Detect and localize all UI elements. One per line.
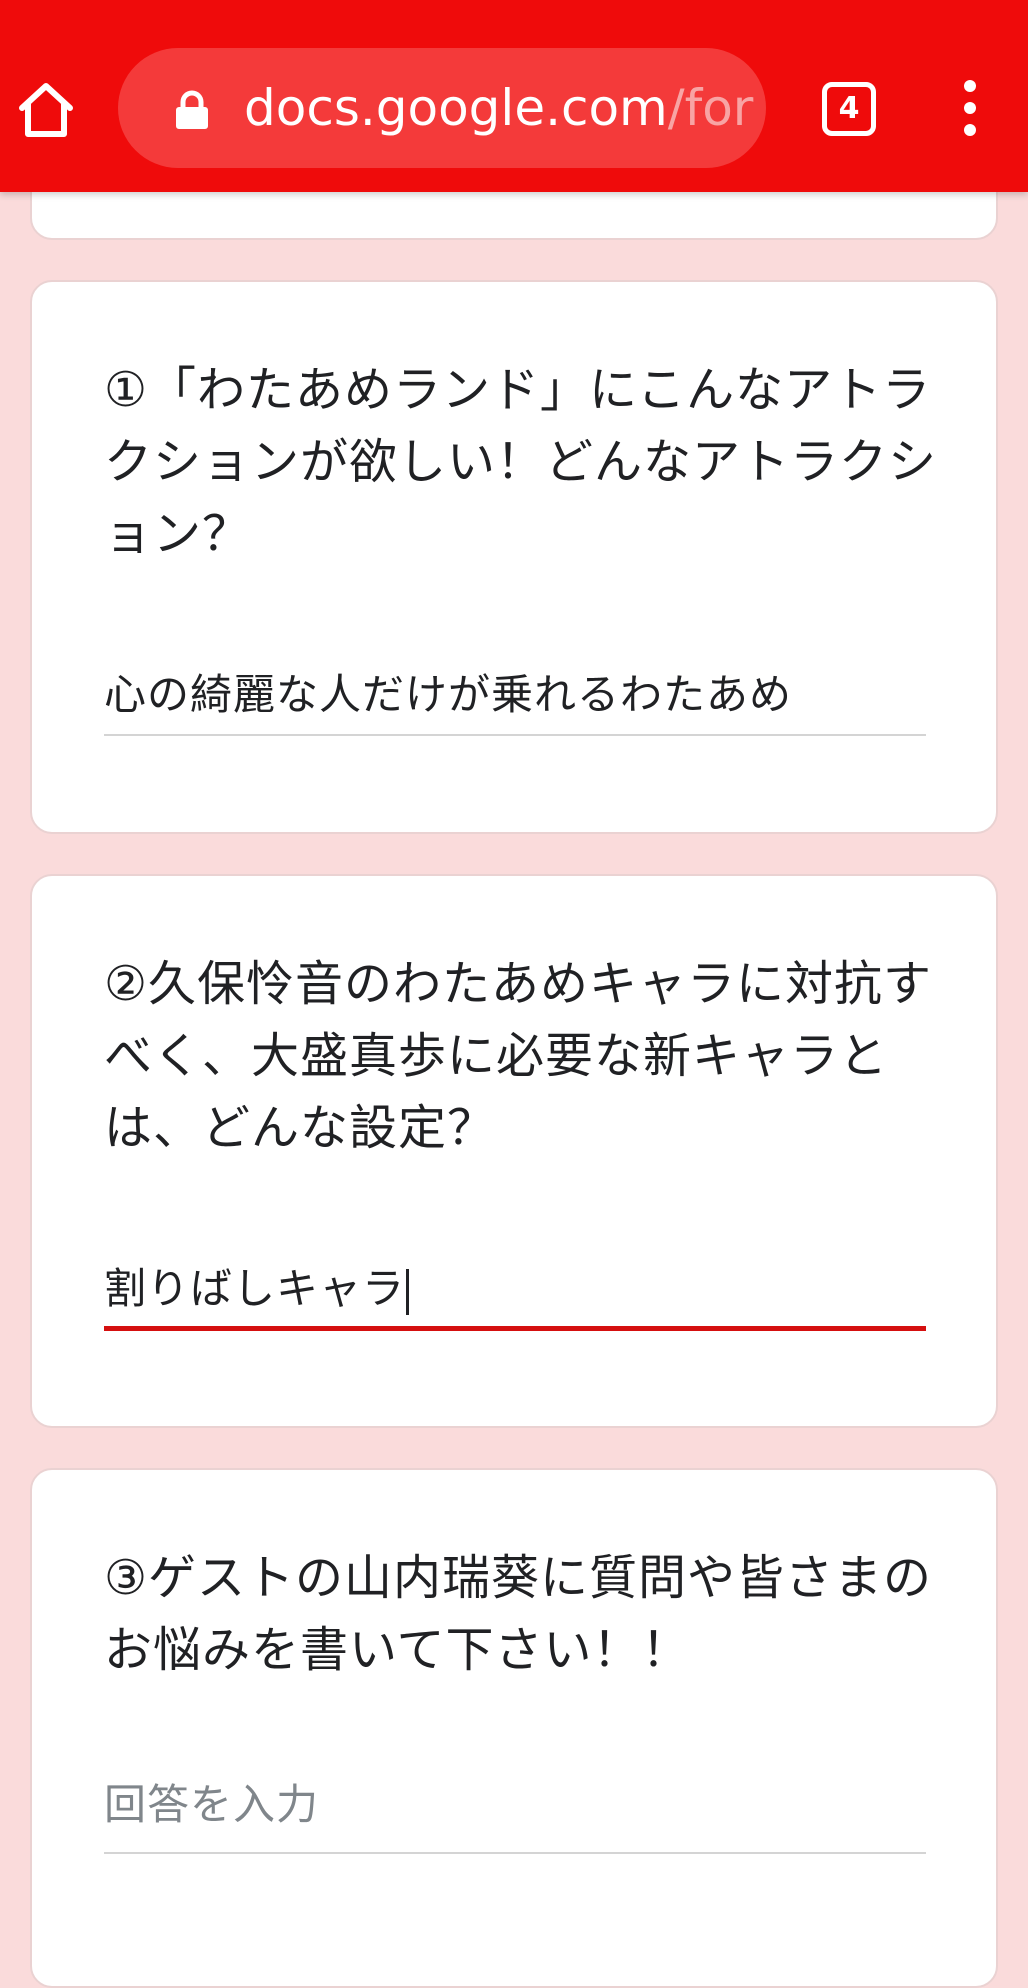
menu-dot-icon <box>964 102 976 114</box>
answer-input-3[interactable]: 回答を入力 <box>104 1770 926 1840</box>
url-path: /for <box>667 79 754 137</box>
answer-underline-2-focused <box>104 1326 926 1331</box>
menu-dot-icon <box>964 124 976 136</box>
tab-switcher-button[interactable]: 4 <box>822 82 876 136</box>
home-button[interactable] <box>16 80 76 140</box>
menu-dot-icon <box>964 80 976 92</box>
home-icon <box>19 83 73 137</box>
address-bar[interactable]: docs.google.com/for <box>118 48 766 168</box>
question-title-3: ③ゲストの山内瑞葵に質問や皆さまのお悩みを書いて下さい！！ <box>104 1550 933 1678</box>
more-menu-button[interactable] <box>950 78 990 138</box>
answer-input-2[interactable]: 割りばしキャラ <box>104 1254 926 1324</box>
question-card-3: ③ゲストの山内瑞葵に質問や皆さまのお悩みを書いて下さい！！ 回答を入力 <box>30 1468 998 1988</box>
url-text: docs.google.com/for <box>244 48 753 168</box>
question-title-2: ②久保怜音のわたあめキャラに対抗すべく、大盛真歩に必要な新キャラとは、どんな設定… <box>104 956 933 1156</box>
answer-underline-3 <box>104 1852 926 1854</box>
text-cursor <box>406 1268 410 1315</box>
question-card-2: ②久保怜音のわたあめキャラに対抗すべく、大盛真歩に必要な新キャラとは、どんな設定… <box>30 874 998 1428</box>
url-domain: docs.google.com <box>244 79 668 137</box>
question-card-1: ①「わたあめランド」にこんなアトラクションが欲しい！どんなアトラクション？ 心の… <box>30 280 998 834</box>
browser-toolbar: docs.google.com/for 4 <box>0 0 1028 192</box>
answer-text-2: 割りばしキャラ <box>104 1264 406 1313</box>
answer-input-1[interactable]: 心の綺麗な人だけが乗れるわたあめ <box>104 660 926 730</box>
lock-icon <box>176 90 208 129</box>
answer-underline-1 <box>104 734 926 736</box>
question-title-1: ①「わたあめランド」にこんなアトラクションが欲しい！どんなアトラクション？ <box>104 362 938 562</box>
